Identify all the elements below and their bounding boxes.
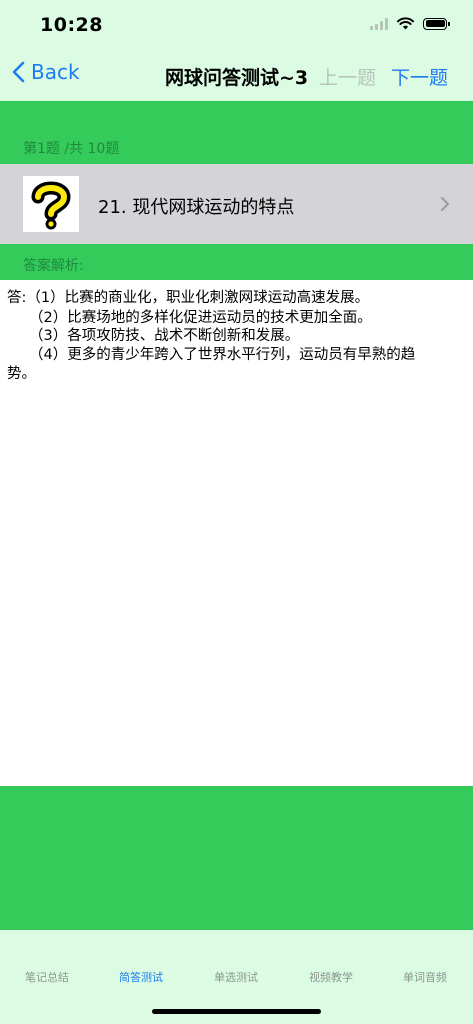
status-bar: 10:28: [0, 0, 473, 50]
back-label: Back: [31, 60, 80, 84]
answer-text-area: 答:（1）比赛的商业化，职业化刺激网球运动高速发展。 （2）比赛场地的多样化促进…: [0, 280, 473, 786]
next-question-button[interactable]: 下一题: [391, 63, 448, 90]
tab-single-choice-test[interactable]: 单选测试: [189, 969, 283, 985]
footer-band: [0, 786, 473, 930]
answer-line: （2）比赛场地的多样化促进运动员的技术更加全面。: [29, 310, 372, 326]
status-time: 10:28: [40, 14, 103, 36]
chevron-right-icon: [441, 197, 449, 211]
page-title: 网球问答测试~3: [165, 67, 309, 89]
home-indicator[interactable]: [152, 1009, 321, 1014]
answer-line: （4）更多的青少年跨入了世界水平行列，运动员有早熟的趋: [29, 347, 416, 363]
back-button[interactable]: Back: [12, 60, 80, 84]
previous-question-button[interactable]: 上一题: [319, 63, 376, 90]
question-row[interactable]: 21. 现代网球运动的特点: [0, 164, 473, 244]
question-mark-icon: [23, 176, 79, 232]
tab-notes-summary[interactable]: 笔记总结: [0, 969, 94, 985]
question-counter: 第1题 /共 10题: [23, 141, 120, 157]
answer-label: 答案解析:: [23, 258, 84, 274]
status-icons: [370, 17, 450, 30]
tab-short-answer-test[interactable]: 简答测试: [94, 969, 188, 985]
navigation-bar: Back 网球问答测试~3 上一题 下一题: [0, 50, 473, 102]
answer-line: 势。: [7, 366, 36, 382]
answer-line: 答:（1）比赛的商业化，职业化刺激网球运动高速发展。: [7, 290, 370, 306]
question-text: 21. 现代网球运动的特点: [98, 197, 295, 218]
wifi-icon: [397, 17, 414, 30]
cellular-signal-icon: [370, 17, 388, 30]
answer-line: （3）各项攻防技、战术不断创新和发展。: [29, 328, 300, 344]
battery-icon: [423, 17, 450, 30]
tab-word-audio[interactable]: 单词音频: [378, 969, 472, 985]
tab-video-lessons[interactable]: 视频教学: [284, 969, 378, 985]
chevron-left-icon: [12, 61, 25, 83]
